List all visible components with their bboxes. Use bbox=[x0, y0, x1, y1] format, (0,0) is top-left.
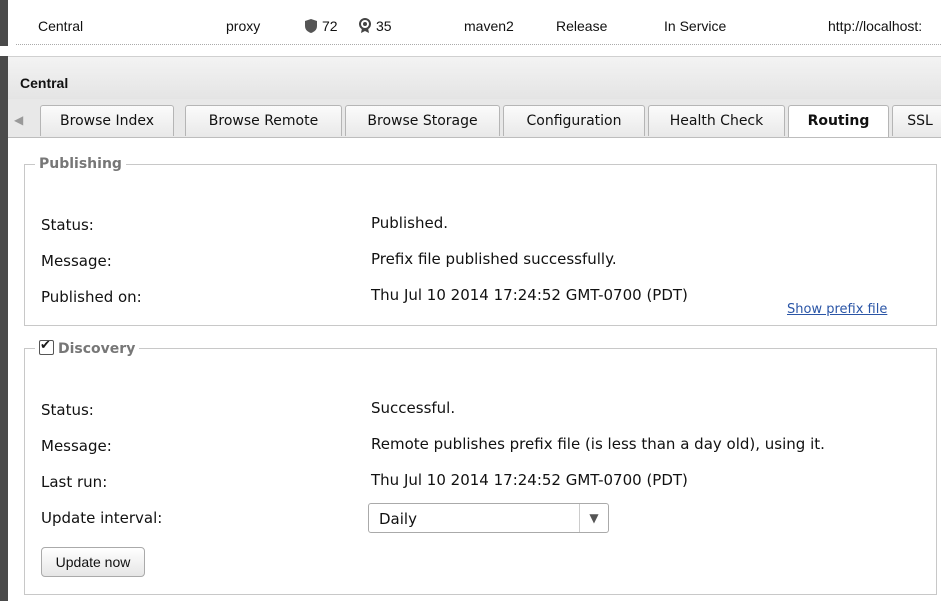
tab-bar: ◀ Browse Index Browse Remote Browse Stor… bbox=[8, 99, 941, 138]
award-count: 35 bbox=[358, 18, 392, 34]
award-icon bbox=[359, 18, 371, 33]
publishing-message-label: Message: bbox=[41, 252, 112, 270]
discovery-status-label: Status: bbox=[41, 401, 94, 419]
award-count-value: 35 bbox=[376, 18, 392, 34]
published-on-value: Thu Jul 10 2014 17:24:52 GMT-0700 (PDT) bbox=[371, 286, 688, 304]
tab-health-check[interactable]: Health Check bbox=[648, 105, 785, 136]
discovery-legend-label: Discovery bbox=[58, 341, 136, 357]
publishing-legend: Publishing bbox=[39, 156, 122, 172]
tab-browse-remote[interactable]: Browse Remote bbox=[185, 105, 342, 136]
routing-content: Publishing Status: Published. Message: P… bbox=[8, 138, 941, 601]
repo-url[interactable]: http://localhost: bbox=[828, 18, 922, 34]
publishing-message-value: Prefix file published successfully. bbox=[371, 250, 617, 268]
arrow-left-icon[interactable]: ◀ bbox=[14, 113, 23, 127]
repo-policy: Release bbox=[556, 18, 608, 34]
repo-format: maven2 bbox=[464, 18, 514, 34]
tab-browse-index[interactable]: Browse Index bbox=[40, 105, 174, 136]
discovery-message-value: Remote publishes prefix file (is less th… bbox=[371, 435, 825, 453]
panel-title: Central bbox=[20, 75, 69, 91]
discovery-message-label: Message: bbox=[41, 437, 112, 455]
publishing-fieldset: Publishing Status: Published. Message: P… bbox=[24, 156, 937, 326]
repo-status: In Service bbox=[664, 18, 727, 34]
update-interval-select[interactable]: Daily ▼ bbox=[368, 503, 609, 533]
tab-configuration[interactable]: Configuration bbox=[503, 105, 645, 136]
repo-name: Central bbox=[38, 18, 84, 34]
shield-count: 72 bbox=[304, 18, 338, 34]
repository-list-strip: Central proxy 72 35 maven2 Release In Se… bbox=[0, 0, 941, 46]
panel-header: Central bbox=[8, 56, 941, 101]
publishing-status-label: Status: bbox=[41, 216, 94, 234]
row-divider bbox=[16, 44, 941, 45]
tab-routing[interactable]: Routing bbox=[788, 105, 889, 137]
discovery-legend: Discovery bbox=[35, 338, 139, 357]
update-now-button[interactable]: Update now bbox=[41, 547, 145, 577]
repository-row[interactable]: Central proxy 72 35 maven2 Release In Se… bbox=[16, 8, 941, 46]
show-prefix-file-link[interactable]: Show prefix file bbox=[787, 302, 887, 317]
splitter[interactable] bbox=[0, 46, 941, 56]
update-interval-value: Daily bbox=[379, 510, 417, 528]
publishing-status-value: Published. bbox=[371, 214, 448, 232]
repository-detail-panel: Central ◀ Browse Index Browse Remote Bro… bbox=[0, 56, 941, 601]
last-run-label: Last run: bbox=[41, 473, 108, 491]
published-on-label: Published on: bbox=[41, 288, 142, 306]
chevron-down-icon[interactable]: ▼ bbox=[579, 504, 608, 532]
repo-type: proxy bbox=[226, 18, 261, 34]
shield-icon bbox=[305, 19, 317, 33]
discovery-status-value: Successful. bbox=[371, 399, 456, 417]
tab-browse-storage[interactable]: Browse Storage bbox=[345, 105, 500, 136]
last-run-value: Thu Jul 10 2014 17:24:52 GMT-0700 (PDT) bbox=[371, 471, 688, 489]
discovery-fieldset: Discovery Status: Successful. Message: R… bbox=[24, 338, 937, 595]
shield-count-value: 72 bbox=[322, 18, 338, 34]
checkbox-checked-icon[interactable] bbox=[39, 338, 54, 355]
tab-ssl[interactable]: SSL bbox=[892, 105, 941, 136]
update-interval-label: Update interval: bbox=[41, 509, 163, 527]
